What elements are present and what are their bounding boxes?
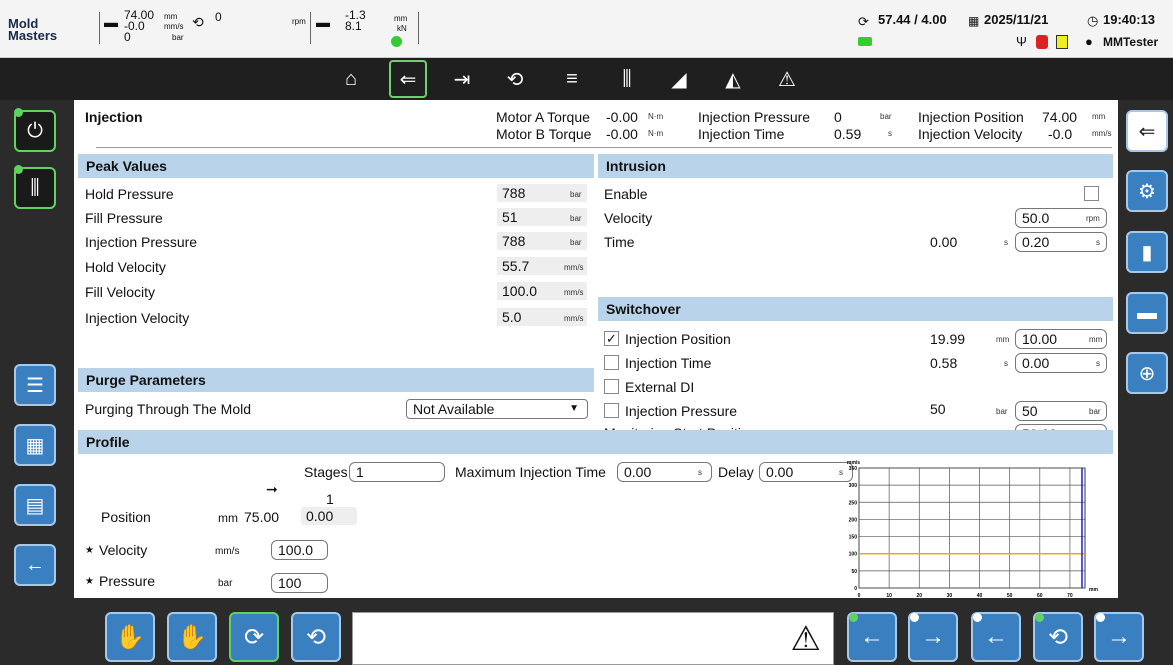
user-icon: ● [1085, 34, 1093, 49]
y-tick-label: 200 [849, 517, 858, 523]
x-axis-label: mm [1089, 587, 1098, 593]
storage-icon [1036, 35, 1048, 49]
date: 2025/11/21 [984, 12, 1049, 27]
brand-logo: Mold Masters [8, 16, 58, 43]
nozzle-icon[interactable]: ▬ [1126, 292, 1168, 334]
switchover-time-checkbox[interactable] [604, 355, 619, 370]
message-bar: ⚠ [352, 612, 834, 665]
y-tick-label: 150 [849, 535, 858, 541]
username: MMTester [1103, 35, 1159, 49]
semi-auto-icon[interactable]: ⟳ [229, 612, 279, 662]
intrusion-enable-checkbox[interactable] [1084, 186, 1099, 201]
direction-arrow-icon: ➞ [266, 481, 278, 497]
usb-icon: Ψ [1016, 34, 1027, 49]
sensor-icon[interactable]: ▮ [1126, 231, 1168, 273]
settings-gears-icon[interactable]: ⚙ [1126, 170, 1168, 212]
profile-chart: 0 10 20 30 40 50 60 70050100150200250300350mm/s… [847, 460, 1098, 598]
time: 19:40:13 [1103, 12, 1156, 27]
page-title: Injection [85, 109, 143, 125]
main-panel: Injection Motor A Torque Motor B Torque … [74, 100, 1118, 598]
clamp-icon: ▬ [316, 14, 330, 30]
home-icon[interactable]: ⌂ [332, 60, 370, 98]
switchover-header: Switchover [598, 297, 1113, 321]
y-tick-label: 100 [849, 552, 858, 558]
injection-unit-icon[interactable]: ⇐ [1126, 110, 1168, 152]
position-stage-1: 0.00 [301, 507, 357, 525]
y-tick-label: 250 [849, 500, 858, 506]
plot-area [858, 467, 1086, 589]
pressure-stage-1-input[interactable]: 100 [271, 573, 328, 593]
peak-values-header: Peak Values [78, 154, 594, 178]
intrusion-time-input[interactable]: 0.20 [1015, 232, 1107, 252]
velocity-marker-icon: ★ [85, 545, 94, 556]
profile-header: Profile [78, 430, 1113, 454]
status-led [391, 36, 402, 47]
status-header: Mold Masters ▬ 74.00 -0.0 0 mm mm/s bar ⟲… [0, 0, 1173, 58]
charge-nav-icon[interactable]: ⟲ [496, 60, 534, 98]
y-axis-label: mm/s [847, 460, 860, 466]
injection-status-icon: ▬ [104, 14, 118, 30]
cycle-icon: ⟳ [858, 14, 869, 29]
hold-nav-icon[interactable]: ⇥ [443, 60, 481, 98]
cycle-time: 57.44 / 4.00 [878, 12, 947, 27]
y-tick-label: 0 [854, 586, 857, 592]
heater-icon [858, 37, 872, 46]
pressure-marker-icon: ★ [85, 576, 94, 587]
stages-input[interactable]: 1 [349, 462, 445, 482]
alarm-warning-icon: ⚠ [790, 620, 821, 658]
clamp-nav-icon[interactable]: ◢ [660, 60, 698, 98]
screw-icon: ⟲ [192, 14, 204, 30]
warning-nav-icon[interactable]: ⚠ [768, 60, 806, 98]
velocity-stage-1-input[interactable]: 100.0 [271, 540, 328, 560]
switchover-pres-checkbox[interactable] [604, 403, 619, 418]
purge-header: Purge Parameters [78, 368, 594, 392]
auto-cycle-icon[interactable]: ⟲ [291, 612, 341, 662]
decompress-nav-icon[interactable]: ≡ [553, 60, 591, 98]
target-icon[interactable]: ⊕ [1126, 352, 1168, 394]
purge-label: Purging Through The Mold [85, 401, 252, 417]
back-arrow-icon[interactable]: ← [14, 544, 56, 586]
manual-hand-icon[interactable]: ✋ [105, 612, 155, 662]
alarm-icon [1056, 35, 1068, 49]
y-tick-label: 300 [849, 483, 858, 489]
mold-nav-icon[interactable]: ◭ [714, 60, 752, 98]
y-tick-label: 50 [851, 569, 857, 575]
y-tick-label: 350 [849, 466, 858, 472]
calculator-icon[interactable]: ▦ [14, 424, 56, 466]
purge-select[interactable]: Not Available ▼ [406, 399, 588, 419]
injection-nav-icon[interactable]: ⇐ [389, 60, 427, 98]
calendar-icon: ▦ [968, 14, 980, 28]
document-icon[interactable]: ▤ [14, 484, 56, 526]
switchover-pos-checkbox[interactable]: ✓ [604, 331, 619, 346]
header-inj-pres: 0 [124, 30, 131, 44]
header-screw-rpm: 0 [215, 10, 222, 24]
intrusion-header: Intrusion [598, 154, 1113, 178]
switchover-time-input[interactable]: 0.00 [1015, 353, 1107, 373]
clock-icon: ◷ [1087, 13, 1099, 28]
setup-hand-icon[interactable]: ✋ [167, 612, 217, 662]
heater-nav-icon[interactable]: ⫼ [608, 60, 646, 98]
switchover-di-checkbox[interactable] [604, 379, 619, 394]
menu-icon[interactable]: ☰ [14, 364, 56, 406]
